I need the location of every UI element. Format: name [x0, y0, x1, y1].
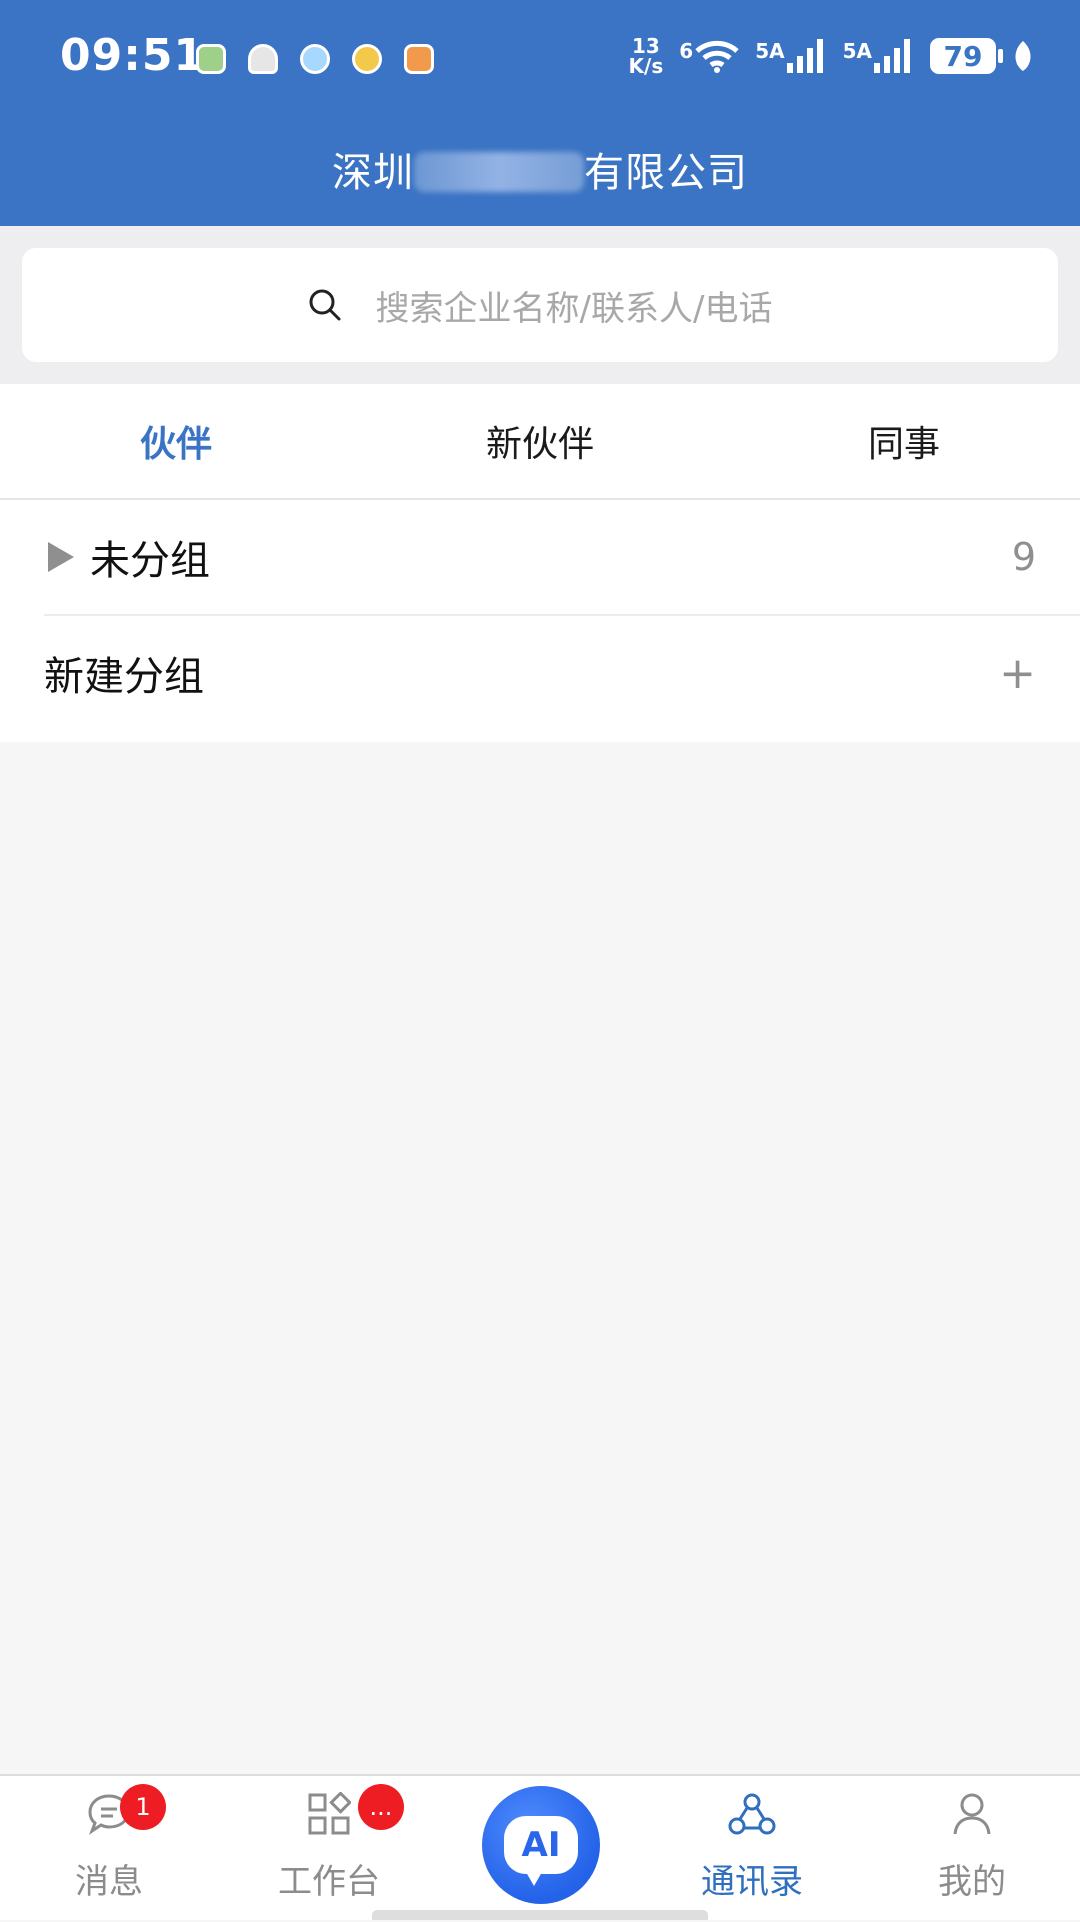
battery-indicator: 79	[930, 38, 1003, 74]
tab-new-partners[interactable]: 新伙伴	[320, 384, 760, 498]
status-indicators: 13 K/s 6 5A 5A 79	[629, 36, 1034, 76]
contact-tabs: 伙伴 新伙伴 同事	[0, 384, 1080, 500]
apps-grid-icon	[307, 1791, 352, 1840]
wifi-icon	[695, 39, 739, 73]
nav-label: 消息	[75, 1862, 143, 1902]
app-header: 09:51 13 K/s 6 5A 5A 79 深圳 有限公司	[0, 0, 1080, 226]
bottom-navigation: 1 消息 ... 工作台 AI 通讯录 我的	[0, 1774, 1080, 1920]
new-group-button[interactable]: 新建分组 +	[0, 616, 1080, 730]
search-placeholder: 搜索企业名称/联系人/电话	[375, 288, 773, 329]
signal-label: 5A	[842, 39, 872, 63]
app-notification-icon	[196, 44, 226, 74]
company-title: 深圳 有限公司	[0, 140, 1080, 198]
nav-label: 通讯录	[701, 1862, 803, 1902]
app-notification-icon	[300, 44, 330, 74]
nav-messages[interactable]: 1 消息	[48, 1776, 170, 1922]
company-title-prefix: 深圳	[332, 150, 414, 196]
signal-label: 5A	[755, 39, 785, 63]
nav-me[interactable]: 我的	[910, 1776, 1034, 1922]
group-name: 未分组	[90, 538, 210, 584]
network-speed-value: 13	[631, 34, 660, 58]
cellular-signal-2: 5A	[843, 39, 914, 73]
nav-label: 我的	[938, 1862, 1006, 1902]
more-badge: ...	[358, 1784, 404, 1830]
tab-colleagues[interactable]: 同事	[760, 384, 1080, 498]
signal-bars-icon	[874, 39, 914, 73]
search-icon	[308, 288, 342, 322]
wifi-label: 6	[679, 39, 694, 63]
expand-triangle-icon	[48, 542, 74, 572]
plus-icon: +	[999, 647, 1036, 699]
app-notification-icon	[248, 44, 278, 74]
search-input[interactable]: 搜索企业名称/联系人/电话	[22, 248, 1058, 362]
tab-partners[interactable]: 伙伴	[0, 384, 320, 498]
app-notification-icon	[404, 44, 434, 74]
redacted-company-name	[414, 152, 584, 192]
cellular-signal-1: 5A	[755, 39, 826, 73]
network-speed-unit: K/s	[628, 54, 664, 78]
new-group-label: 新建分组	[44, 654, 204, 700]
nav-contacts[interactable]: 通讯录	[690, 1776, 814, 1922]
unread-badge: 1	[120, 1784, 166, 1830]
status-bar: 09:51 13 K/s 6 5A 5A 79	[0, 0, 1080, 118]
ai-assistant-button[interactable]: AI	[482, 1786, 600, 1904]
app-notification-icon	[352, 44, 382, 74]
group-list: 未分组 9 新建分组 +	[0, 500, 1080, 742]
nav-workbench[interactable]: ... 工作台	[264, 1776, 404, 1922]
notification-icons	[196, 44, 434, 74]
ai-assistant-icon: AI	[504, 1816, 578, 1886]
home-indicator[interactable]	[372, 1910, 708, 1920]
contacts-network-icon	[728, 1792, 776, 1840]
signal-bars-icon	[786, 39, 827, 73]
status-time: 09:51	[60, 30, 206, 81]
user-profile-icon	[950, 1792, 994, 1840]
group-row-ungrouped[interactable]: 未分组 9	[0, 500, 1080, 614]
group-count: 9	[1011, 535, 1036, 579]
company-title-suffix: 有限公司	[584, 150, 748, 196]
search-area: 搜索企业名称/联系人/电话	[0, 226, 1080, 384]
power-saving-leaf-icon	[1012, 39, 1034, 73]
nav-label: 工作台	[278, 1862, 380, 1902]
network-speed: 13 K/s	[629, 36, 664, 76]
wifi-indicator: 6	[679, 39, 739, 73]
